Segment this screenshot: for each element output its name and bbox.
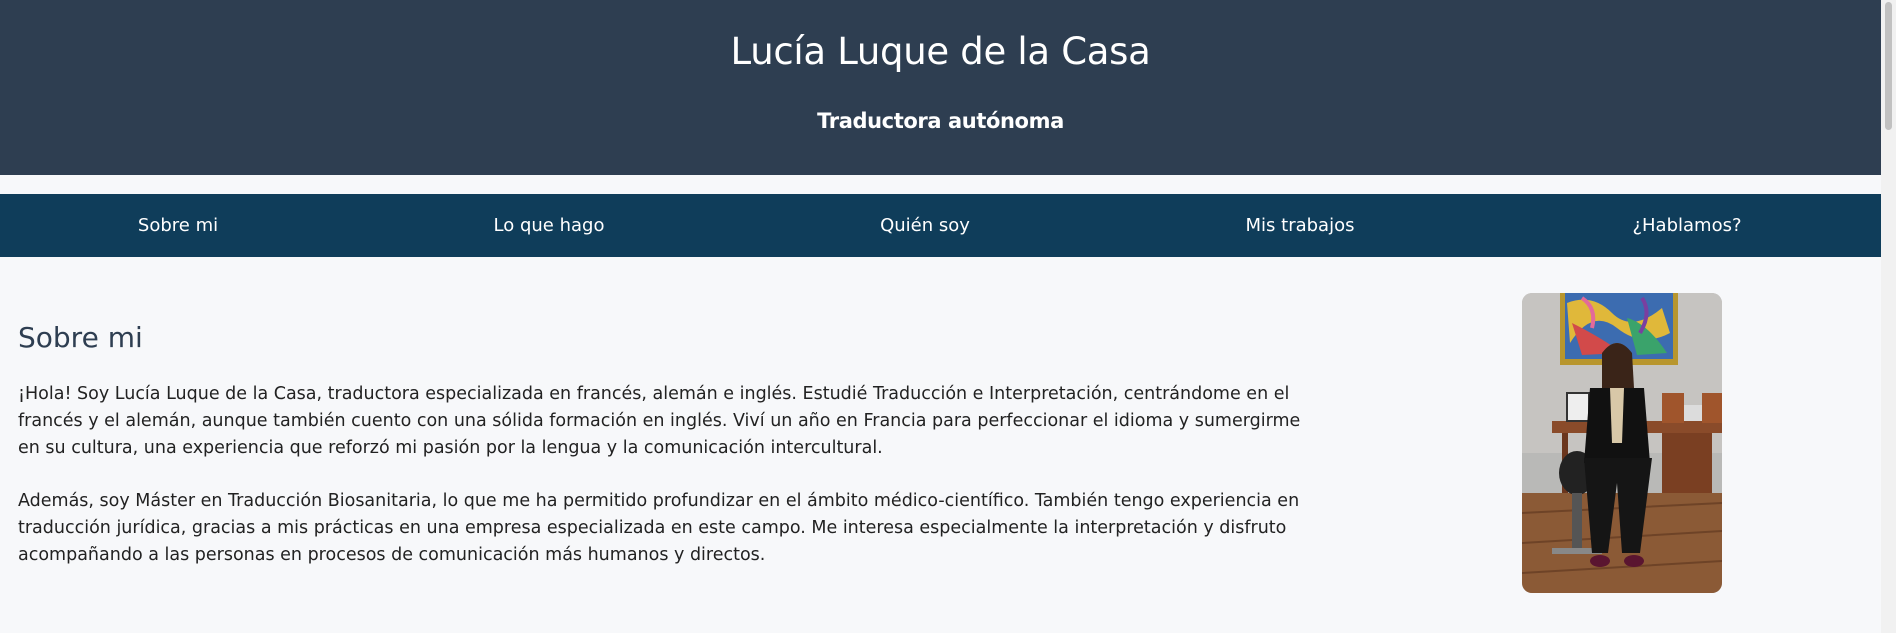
site-header: Lucía Luque de la Casa Traductora autóno… — [0, 0, 1881, 175]
nav-link-lo-que-hago[interactable]: Lo que hago — [494, 194, 605, 257]
page: Lucía Luque de la Casa Traductora autóno… — [0, 0, 1881, 633]
main-nav: Sobre mi Lo que hago Quién soy Mis traba… — [0, 194, 1881, 257]
section-title: Sobre mi — [18, 321, 143, 354]
nav-link-mis-trabajos[interactable]: Mis trabajos — [1246, 194, 1355, 257]
about-section: Sobre mi ¡Hola! Soy Lucía Luque de la Ca… — [0, 257, 1881, 633]
site-title: Lucía Luque de la Casa — [730, 30, 1151, 73]
site-subtitle: Traductora autónoma — [817, 109, 1064, 133]
profile-photo — [1522, 293, 1722, 593]
nav-link-quien-soy[interactable]: Quién soy — [880, 194, 970, 257]
about-paragraph-1: ¡Hola! Soy Lucía Luque de la Casa, tradu… — [18, 384, 1301, 458]
nav-link-sobre-mi[interactable]: Sobre mi — [138, 194, 218, 257]
header-gap — [0, 175, 1881, 194]
scrollbar-thumb[interactable] — [1885, 2, 1892, 130]
profile-photo-image — [1522, 293, 1722, 593]
about-paragraph-2: Además, soy Máster en Traducción Biosani… — [18, 491, 1300, 565]
nav-link-hablamos[interactable]: ¿Hablamos? — [1632, 194, 1741, 257]
page-scrollbar[interactable] — [1881, 0, 1896, 633]
